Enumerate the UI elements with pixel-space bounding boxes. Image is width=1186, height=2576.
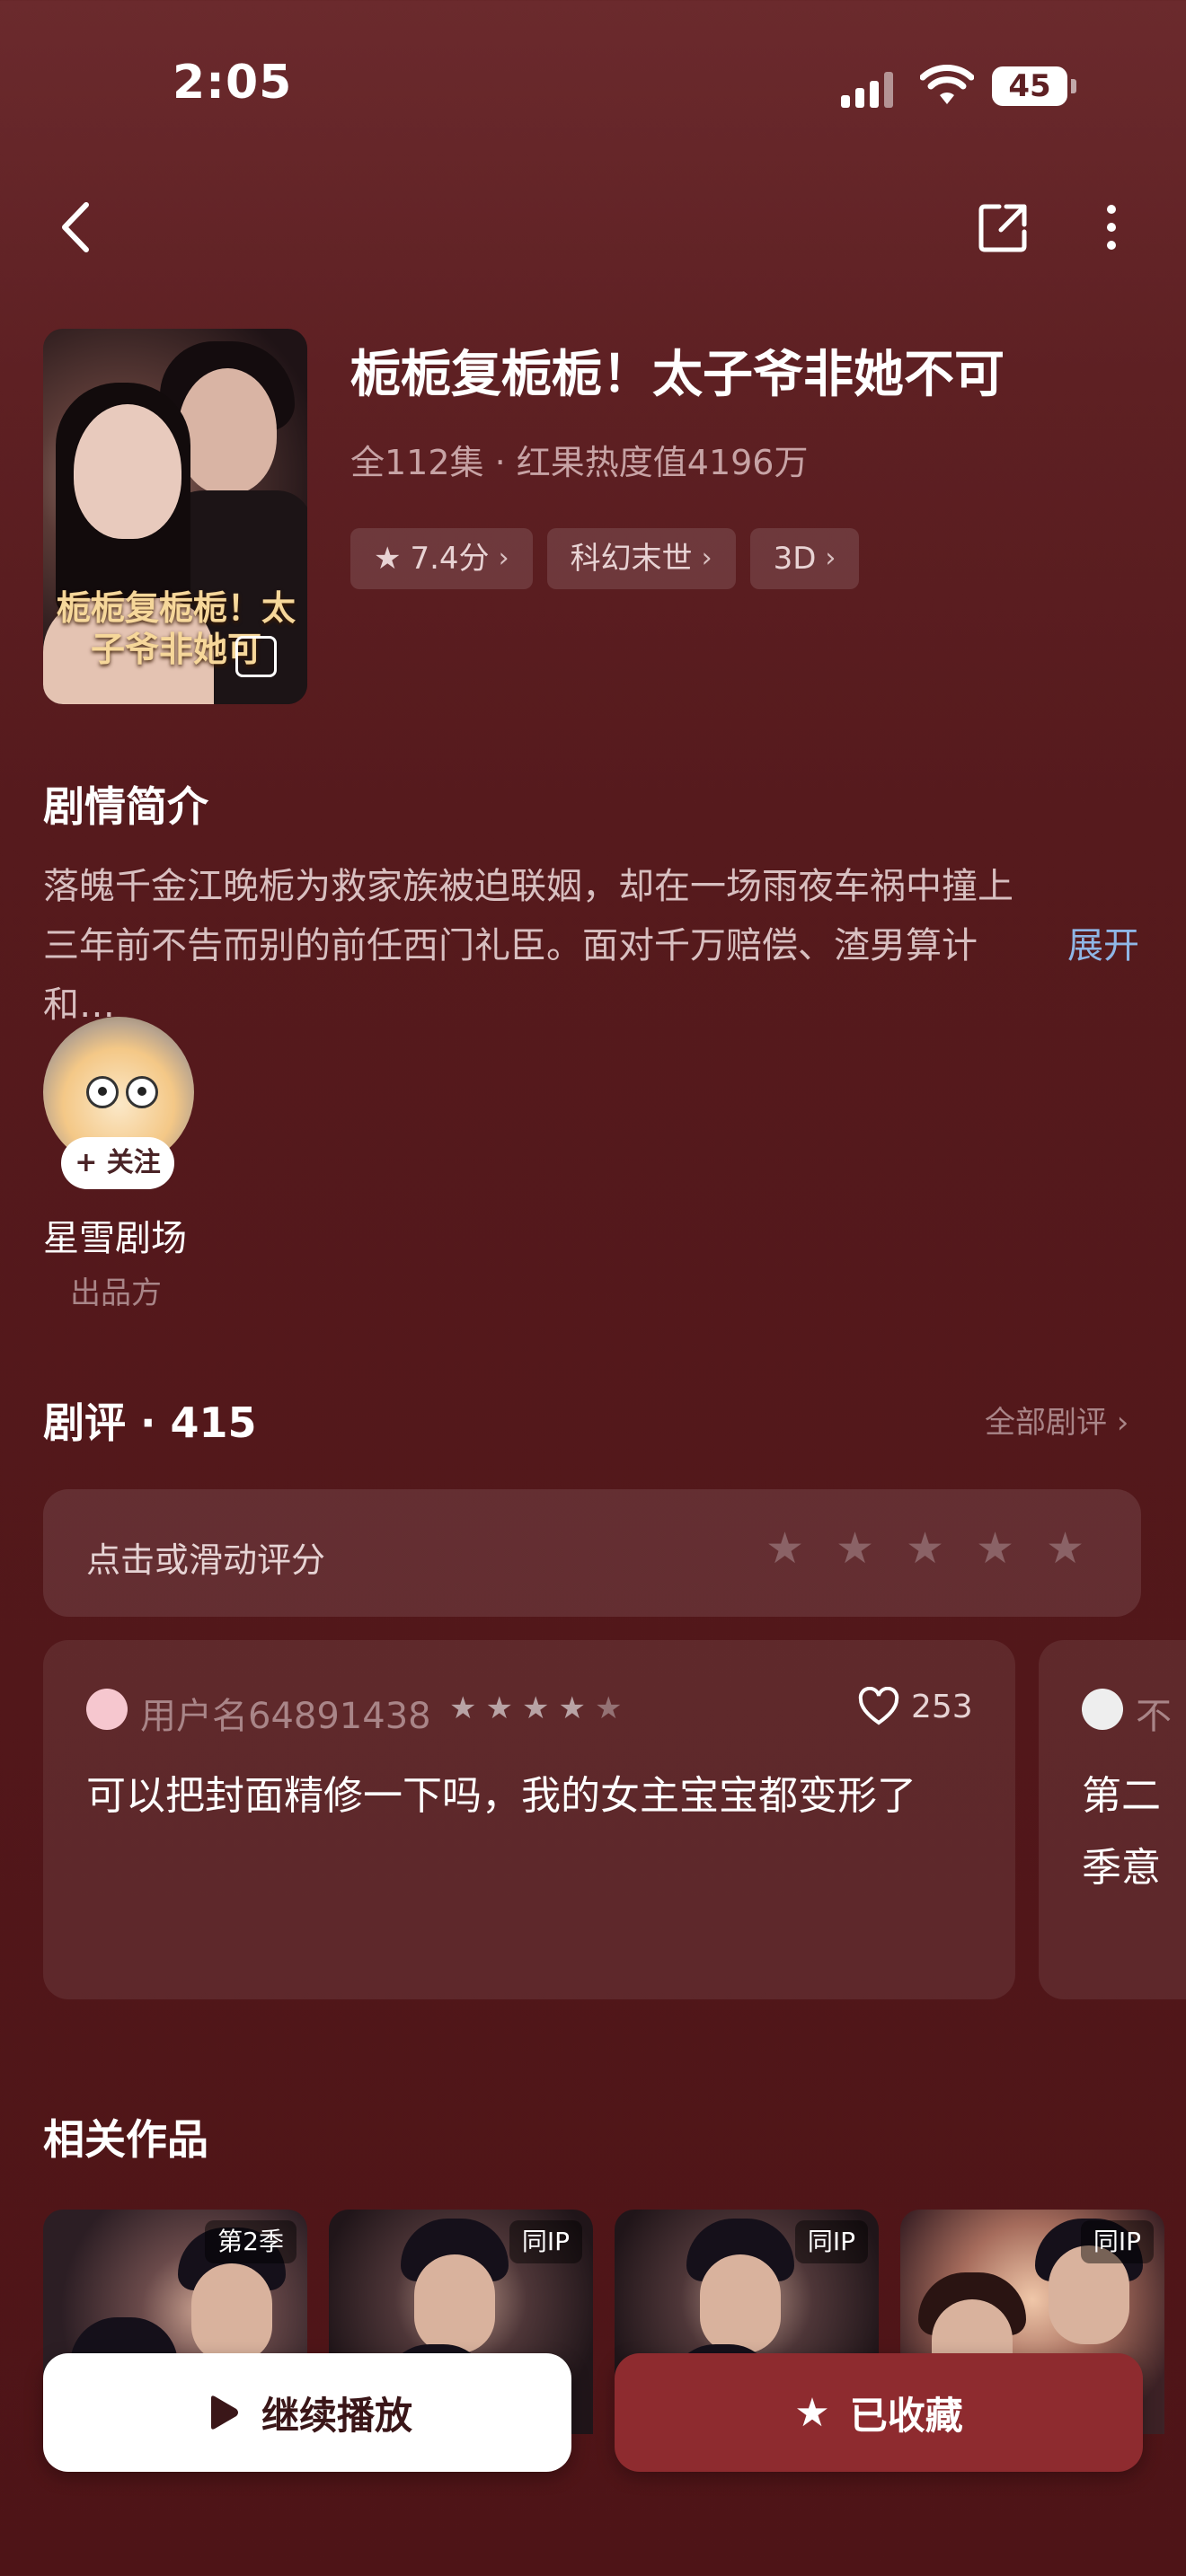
user-avatar [86,1689,128,1730]
star-icon[interactable]: ★ [976,1527,1019,1570]
genre-tag[interactable]: 科幻末世 › [546,528,736,589]
synopsis-text: 落魄千金江晚栀为救家族被迫联姻，却在一场雨夜车祸中撞上三年前不告而别的前任西门礼… [43,866,1013,1026]
heart-icon[interactable] [857,1687,900,1726]
star-icon: ★ [794,2389,830,2436]
review-username: 不 [1136,1696,1172,1737]
style-tag-label: 3D [773,541,817,577]
related-badge: 同IP [509,2220,582,2263]
wifi-icon [920,65,974,104]
star-icon: ★ [374,541,402,577]
more-options-icon[interactable] [1098,199,1125,255]
favorite-button[interactable]: ★ 已收藏 [615,2353,1143,2472]
genre-tag-label: 科幻末世 [570,541,693,577]
rating-tag[interactable]: ★ 7.4分 › [350,528,533,589]
producer-name[interactable]: 星雪剧场 [43,1209,187,1261]
star-icon[interactable]: ★ [836,1527,879,1570]
rate-prompt: 点击或滑动评分 [86,1540,326,1580]
chevron-right-icon: › [701,543,712,574]
user-avatar [1082,1689,1123,1730]
star-icon[interactable]: ★ [766,1527,809,1570]
related-heading: 相关作品 [43,2115,208,2164]
status-time: 2:05 [173,56,293,110]
related-badge: 同IP [1080,2220,1154,2263]
drama-cover[interactable]: 栀栀复栀栀！太子爷非她可 [43,329,307,704]
drama-meta: 全112集 · 红果热度值4196万 [350,443,809,482]
producer-role: 出品方 [70,1275,162,1311]
review-username: 用户名64891438 [140,1696,431,1737]
back-arrow-icon[interactable] [56,199,95,255]
drama-title: 栀栀复栀栀！太子爷非她不可 [350,346,1005,404]
expand-link[interactable]: 展开 [1067,916,1139,968]
battery-indicator: 45 [992,66,1076,106]
continue-play-label: 继续播放 [261,2393,412,2438]
style-tag[interactable]: 3D › [749,528,860,589]
share-icon[interactable] [976,199,1031,255]
follow-button[interactable]: + 关注 [61,1137,174,1189]
star-icon[interactable]: ★ [1046,1527,1089,1570]
review-text: 第二季意 [1082,1773,1161,1891]
image-icon [235,636,277,677]
star-icon[interactable]: ★ [906,1527,949,1570]
related-badge: 同IP [794,2220,868,2263]
tag-list: ★ 7.4分 › 科幻末世 › 3D › [350,528,860,589]
synopsis-heading: 剧情简介 [43,782,208,831]
all-reviews-link[interactable]: 全部剧评 › [985,1398,1128,1442]
like-count: 253 [911,1689,973,1725]
review-text: 可以把封面精修一下吗，我的女主宝宝都变形了 [86,1773,916,1819]
favorite-label: 已收藏 [849,2393,963,2438]
rating-tag-label: 7.4分 [410,541,490,577]
chevron-right-icon: › [498,543,509,574]
continue-play-button[interactable]: 继续播放 [43,2353,571,2472]
play-icon [210,2395,238,2430]
signal-icon [841,68,898,108]
reviews-heading: 剧评 · 415 [43,1398,257,1447]
chevron-right-icon: › [825,543,836,574]
rating-stars[interactable]: ★ ★ ★ ★ ★ [766,1527,1089,1570]
related-badge: 第2季 [205,2220,296,2263]
review-rating: ★ ★ ★ ★ ★ [449,1690,623,1726]
